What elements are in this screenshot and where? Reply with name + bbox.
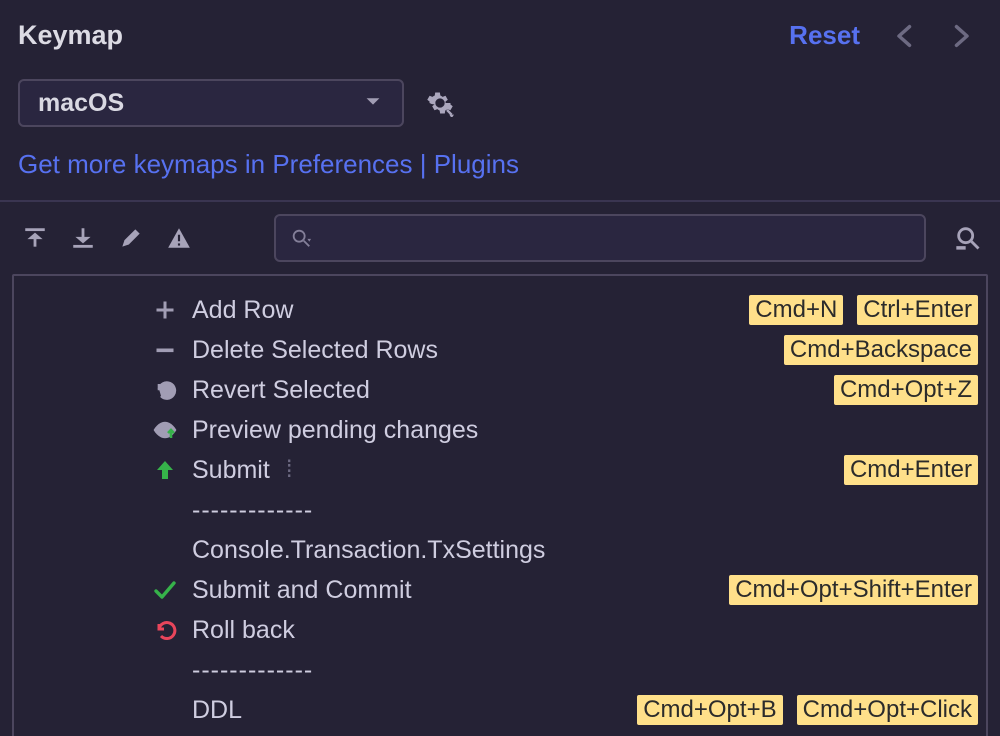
action-add-row[interactable]: Add Row Cmd+N Ctrl+Enter xyxy=(14,290,986,330)
warning-icon[interactable] xyxy=(166,225,192,251)
collapse-all-icon[interactable] xyxy=(70,225,96,251)
page-title: Keymap xyxy=(18,20,123,51)
shortcut-badge: Cmd+Opt+Z xyxy=(834,375,978,405)
action-revert[interactable]: Revert Selected Cmd+Opt+Z xyxy=(14,370,986,410)
action-preview[interactable]: Preview pending changes xyxy=(14,410,986,450)
edit-pencil-icon[interactable] xyxy=(118,225,144,251)
action-ddl[interactable]: DDL Cmd+Opt+B Cmd+Opt+Click xyxy=(14,690,986,730)
gear-icon[interactable] xyxy=(426,89,454,117)
action-label: Submit xyxy=(192,456,270,485)
rollback-icon xyxy=(152,618,178,642)
arrow-up-icon xyxy=(152,458,178,482)
reset-button[interactable]: Reset xyxy=(789,20,860,51)
separator-row: ------------- xyxy=(14,490,986,530)
minus-icon xyxy=(152,338,178,362)
shortcut-badge: Cmd+Opt+Shift+Enter xyxy=(729,575,978,605)
action-tx-settings[interactable]: Console.Transaction.TxSettings xyxy=(14,530,986,570)
expand-all-icon[interactable] xyxy=(22,225,48,251)
keymap-actions-tree[interactable]: Add Row Cmd+N Ctrl+Enter Delete Selected… xyxy=(12,274,988,736)
action-submit[interactable]: Submit ⁞ Cmd+Enter xyxy=(14,450,986,490)
shortcut-badge: Cmd+Enter xyxy=(844,455,978,485)
search-field[interactable] xyxy=(322,225,910,251)
back-arrow-icon[interactable] xyxy=(892,22,920,50)
shortcut-badge: Cmd+N xyxy=(749,295,843,325)
separator-row: ------------- xyxy=(14,650,986,690)
action-label: Add Row xyxy=(192,296,293,325)
search-icon xyxy=(290,227,312,249)
action-rollback[interactable]: Roll back xyxy=(14,610,986,650)
action-label: DDL xyxy=(152,696,242,725)
find-by-shortcut-icon[interactable] xyxy=(954,224,982,252)
action-label: Delete Selected Rows xyxy=(192,336,438,365)
preview-icon xyxy=(152,418,178,442)
shortcut-badge: Cmd+Opt+Click xyxy=(797,695,978,725)
ellipsis-icon: ⁞ xyxy=(286,456,293,484)
forward-arrow-icon[interactable] xyxy=(946,22,974,50)
keymap-select-value: macOS xyxy=(38,89,124,118)
action-submit-commit[interactable]: Submit and Commit Cmd+Opt+Shift+Enter xyxy=(14,570,986,610)
shortcut-badge: Ctrl+Enter xyxy=(857,295,978,325)
action-label: Submit and Commit xyxy=(192,576,412,605)
keymap-select[interactable]: macOS xyxy=(18,79,404,127)
plus-icon xyxy=(152,298,178,322)
shortcut-badge: Cmd+Opt+B xyxy=(637,695,782,725)
chevron-down-icon xyxy=(362,90,384,117)
checkmark-icon xyxy=(152,578,178,602)
get-more-keymaps-link[interactable]: Get more keymaps in Preferences | Plugin… xyxy=(18,149,519,179)
action-label: Console.Transaction.TxSettings xyxy=(152,536,545,565)
undo-icon xyxy=(152,378,178,402)
action-label: Roll back xyxy=(192,616,295,645)
action-label: Revert Selected xyxy=(192,376,370,405)
action-delete-rows[interactable]: Delete Selected Rows Cmd+Backspace xyxy=(14,330,986,370)
shortcut-badge: Cmd+Backspace xyxy=(784,335,978,365)
search-input[interactable] xyxy=(274,214,926,262)
action-label: Preview pending changes xyxy=(192,416,478,445)
